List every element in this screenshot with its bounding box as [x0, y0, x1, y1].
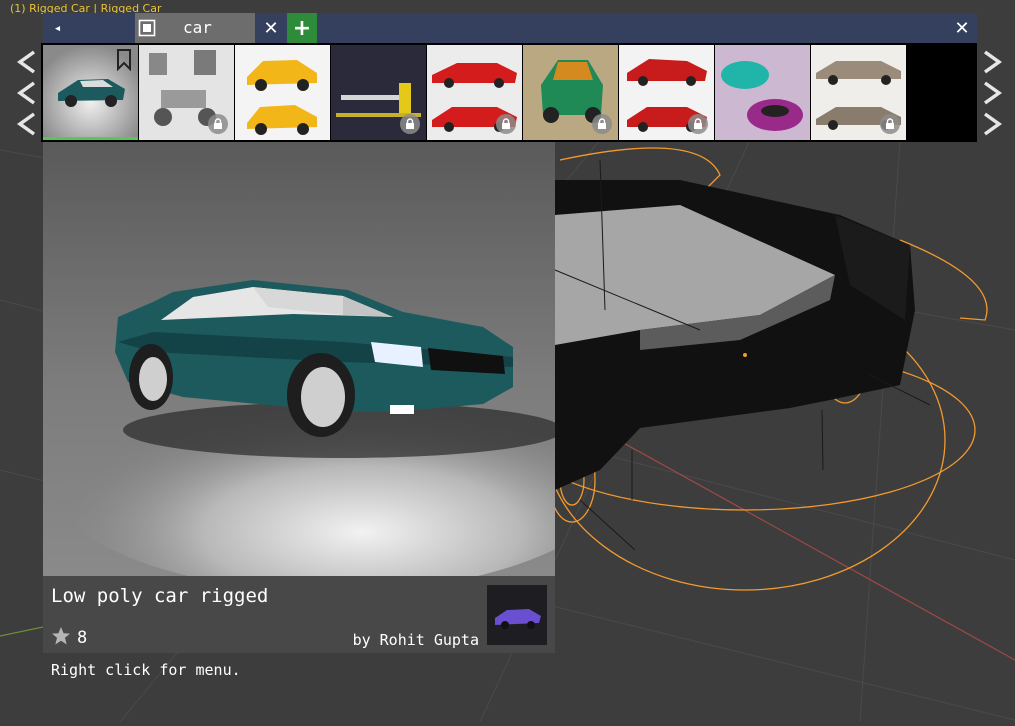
search-query[interactable]: car [183, 18, 212, 37]
search-input[interactable]: car [135, 13, 255, 43]
back-button[interactable]: ◂ [43, 13, 72, 43]
asset-info-panel: Low poly car rigged 8 by Rohit Gupta [43, 576, 555, 653]
thumbnail-green-mini-car[interactable] [523, 45, 618, 140]
asset-title: Low poly car rigged [51, 585, 269, 607]
scroll-right-page-button[interactable] [979, 49, 1005, 75]
thumbnail-classic-sedan[interactable] [811, 45, 906, 140]
rating-count: 8 [77, 628, 88, 648]
lock-icon [592, 114, 612, 134]
thumbnail-red-corvette[interactable] [619, 45, 714, 140]
lock-icon [880, 114, 900, 134]
selected-indicator [43, 137, 138, 140]
scroll-right-end-button[interactable] [979, 111, 1005, 137]
lock-icon [496, 114, 516, 134]
asset-thumbnail-strip [41, 43, 977, 142]
thumbnail-yellow-hatchback[interactable] [235, 45, 330, 140]
lock-icon [400, 114, 420, 134]
thumbnail-barrier-gate[interactable] [331, 45, 426, 140]
chevron-right-icon [983, 50, 1003, 74]
bookmark-icon[interactable] [116, 49, 132, 71]
scroll-right-button[interactable] [979, 80, 1005, 106]
chevron-left-icon [16, 81, 36, 105]
clear-search-button[interactable]: ✕ [262, 13, 280, 43]
chevron-right-icon [983, 81, 1003, 105]
context-menu-hint: Right click for menu. [51, 661, 241, 679]
chevron-left-icon [16, 50, 36, 74]
thumbnail-bumper-car[interactable] [715, 45, 810, 140]
author-avatar [487, 585, 547, 645]
lock-icon [208, 114, 228, 134]
thumbnail-robot-car-parts[interactable] [139, 45, 234, 140]
chevron-right-icon [983, 112, 1003, 136]
lock-icon [688, 114, 708, 134]
scroll-left-start-button[interactable] [14, 111, 40, 137]
thumbnail-low-poly-car-rigged[interactable] [43, 45, 138, 140]
author-name: by Rohit Gupta [352, 631, 479, 649]
thumbnail-red-sports-car[interactable] [427, 45, 522, 140]
add-button[interactable]: + [287, 13, 317, 43]
asset-preview-image[interactable] [43, 142, 555, 576]
close-button[interactable]: ✕ [947, 13, 977, 43]
scroll-left-page-button[interactable] [14, 49, 40, 75]
scroll-left-button[interactable] [14, 80, 40, 106]
image-search-icon [138, 19, 156, 37]
star-icon[interactable] [51, 626, 71, 646]
chevron-left-icon [16, 112, 36, 136]
